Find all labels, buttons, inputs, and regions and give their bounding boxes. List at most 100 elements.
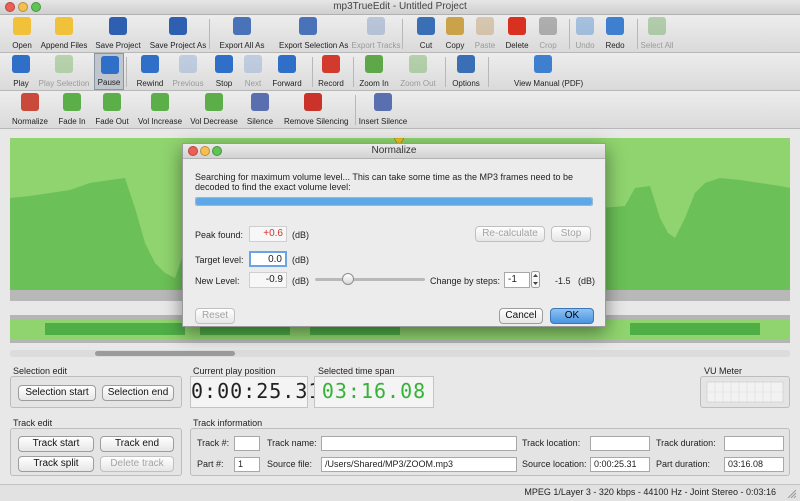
scissors-icon — [417, 17, 435, 35]
remove-silencing-button[interactable]: Remove Silencing — [284, 91, 348, 128]
scrollbar-thumb[interactable] — [95, 351, 235, 356]
steps-stepper-icon[interactable] — [531, 271, 540, 288]
normalize-icon — [21, 93, 39, 111]
toolbar-separator — [355, 95, 356, 125]
zoom-window-icon[interactable] — [31, 2, 41, 12]
play-selection-button[interactable]: Play Selection — [39, 53, 89, 90]
paste-icon — [476, 17, 494, 35]
minimize-window-icon[interactable] — [18, 2, 28, 12]
options-button[interactable]: Options — [451, 53, 481, 90]
redo-arrow-icon — [606, 17, 624, 35]
track-split-button[interactable]: Track split — [18, 456, 94, 472]
export-all-as-button[interactable]: Export All As — [220, 15, 264, 52]
part-duration-field[interactable]: 03:16.08 — [724, 457, 784, 472]
export-tracks-button[interactable]: Export Tracks — [352, 15, 400, 52]
volume-decrease-icon — [205, 93, 223, 111]
dialog-close-icon[interactable] — [188, 146, 198, 156]
dialog-title: Normalize — [371, 145, 417, 156]
silence-button[interactable]: Silence — [245, 91, 275, 128]
close-window-icon[interactable] — [5, 2, 15, 12]
time-span-display: 03:16.08 — [314, 376, 434, 408]
toolbar-separator — [126, 57, 127, 87]
source-location-field[interactable]: 0:00:25.31 — [590, 457, 650, 472]
track-name-label: Track name: — [267, 438, 317, 448]
export-selection-as-button[interactable]: Export Selection As — [279, 15, 348, 52]
cancel-button[interactable]: Cancel — [499, 308, 543, 324]
selection-start-button[interactable]: Selection start — [18, 385, 96, 401]
stop-button[interactable]: Stop — [551, 226, 591, 242]
export-all-icon — [233, 17, 251, 35]
target-level-input[interactable]: 0.0 — [249, 251, 287, 267]
change-by-steps-label: Change by steps: — [430, 276, 501, 286]
export-all-as-label: Export All As — [219, 41, 265, 50]
remove-silencing-icon — [304, 93, 322, 111]
track-location-field[interactable] — [590, 436, 650, 451]
select-all-button[interactable]: Select All — [641, 15, 673, 52]
progress-bar-fill — [196, 198, 592, 205]
undo-arrow-icon — [576, 17, 594, 35]
view-manual-pdf-button[interactable]: View Manual (PDF) — [514, 53, 583, 90]
remove-silencing-label: Remove Silencing — [284, 117, 349, 126]
source-location-label: Source location: — [522, 459, 587, 469]
toolbar-separator — [445, 57, 446, 87]
vol-increase-label: Vol Increase — [137, 117, 183, 126]
track-duration-field[interactable] — [724, 436, 784, 451]
dialog-minimize-icon[interactable] — [200, 146, 210, 156]
silence-label: Silence — [246, 117, 274, 126]
steps-input[interactable]: -1 — [504, 272, 530, 288]
copy-icon — [446, 17, 464, 35]
append-files-label: Append Files — [40, 41, 88, 50]
dialog-message-line1: Searching for maximum volume level... Th… — [195, 172, 573, 182]
pause-button[interactable]: Pause — [94, 53, 124, 90]
view-manual-pdf-label: View Manual (PDF) — [514, 79, 584, 88]
window-title: mp3TrueEdit - Untitled Project — [333, 1, 467, 12]
record-button[interactable]: Record — [316, 53, 346, 90]
track-information-label: Track information — [193, 418, 263, 428]
level-slider-track[interactable] — [315, 278, 425, 281]
new-level-db-unit: (dB) — [292, 276, 310, 286]
select-all-icon — [648, 17, 666, 35]
recalculate-button[interactable]: Re-calculate — [475, 226, 545, 242]
resize-grip-icon[interactable] — [786, 488, 796, 498]
forward-button[interactable]: Forward — [272, 53, 302, 90]
selection-end-button[interactable]: Selection end — [102, 385, 174, 401]
track-number-field[interactable] — [234, 436, 260, 451]
redo-button[interactable]: Redo — [600, 15, 630, 52]
peak-db-unit: (dB) — [292, 230, 310, 240]
ok-button[interactable]: OK — [550, 308, 594, 324]
vu-meter — [700, 376, 790, 408]
normalize-button[interactable]: Normalize — [12, 91, 48, 128]
track-name-field[interactable] — [321, 436, 517, 451]
save-project-button[interactable]: Save Project — [95, 15, 141, 52]
options-gear-icon — [457, 55, 475, 73]
target-level-label: Target level: — [195, 255, 244, 265]
toolbar-separator — [569, 19, 570, 49]
fade-out-button[interactable]: Fade Out — [95, 91, 129, 128]
window-titlebar: mp3TrueEdit - Untitled Project — [0, 0, 800, 15]
insert-silence-button[interactable]: Insert Silence — [359, 91, 407, 128]
play-button[interactable]: Play — [6, 53, 36, 90]
level-slider-knob[interactable] — [342, 273, 354, 285]
reset-button[interactable]: Reset — [195, 308, 235, 324]
zoom-in-button[interactable]: Zoom In — [359, 53, 389, 90]
vol-increase-button[interactable]: Vol Increase — [138, 91, 182, 128]
dialog-zoom-icon[interactable] — [212, 146, 222, 156]
source-file-field[interactable]: /Users/Shared/MP3/ZOOM.mp3 — [321, 457, 517, 472]
save-project-as-button[interactable]: Save Project As — [150, 15, 206, 52]
append-files-button[interactable]: Append Files — [41, 15, 87, 52]
fade-out-icon — [103, 93, 121, 111]
new-level-label: New Level: — [195, 276, 240, 286]
steps-result-value: -1.5 — [555, 276, 571, 286]
track-end-button[interactable]: Track end — [100, 436, 174, 452]
track-start-button[interactable]: Track start — [18, 436, 94, 452]
save-disk-icon — [109, 17, 127, 35]
time-span-label: Selected time span — [318, 366, 395, 376]
part-number-field[interactable]: 1 — [234, 457, 260, 472]
delete-track-button[interactable]: Delete track — [100, 456, 174, 472]
export-selection-as-label: Export Selection As — [279, 41, 349, 50]
open-button[interactable]: Open — [7, 15, 37, 52]
source-file-label: Source file: — [267, 459, 313, 469]
save-as-icon — [169, 17, 187, 35]
vol-decrease-button[interactable]: Vol Decrease — [190, 91, 238, 128]
zoom-out-button[interactable]: Zoom Out — [400, 53, 436, 90]
